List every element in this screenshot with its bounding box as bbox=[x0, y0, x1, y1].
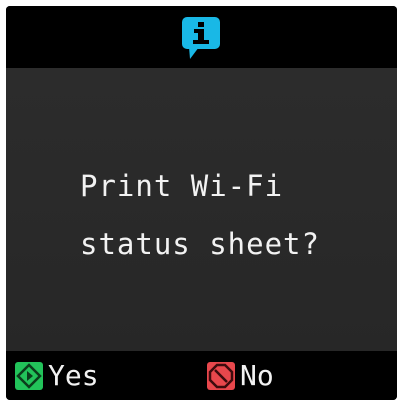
softkey-bar: Yes No bbox=[6, 351, 397, 400]
info-icon bbox=[181, 16, 221, 66]
yes-button[interactable]: Yes bbox=[14, 357, 99, 395]
message-text-line-2: status sheet? bbox=[80, 227, 320, 261]
message-text-line-1: Print Wi-Fi bbox=[80, 169, 284, 203]
message-panel: Print Wi-Fi status sheet? bbox=[6, 68, 397, 351]
yes-label: Yes bbox=[48, 359, 99, 392]
no-button[interactable]: No bbox=[206, 357, 274, 395]
start-diamond-icon bbox=[14, 361, 44, 391]
stop-octagon-icon bbox=[206, 361, 236, 391]
printer-lcd-screen: Print Wi-Fi status sheet? Yes No bbox=[6, 6, 397, 400]
status-bar bbox=[6, 6, 397, 68]
no-label: No bbox=[240, 359, 274, 392]
